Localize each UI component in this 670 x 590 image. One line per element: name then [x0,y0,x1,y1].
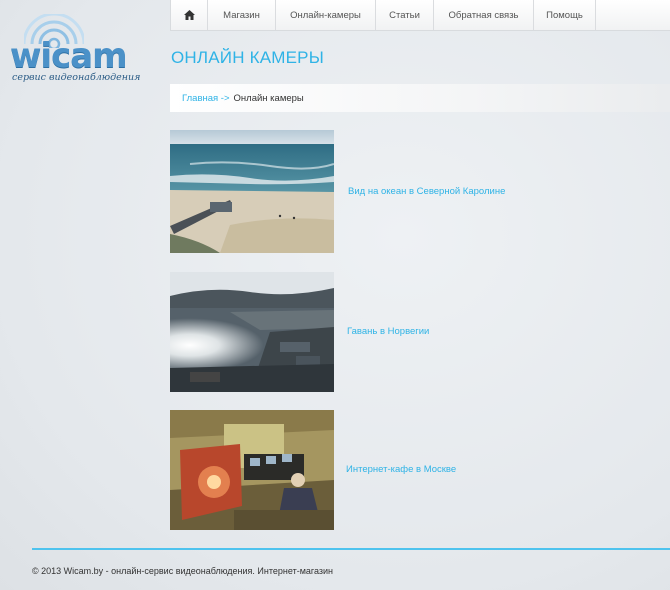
main-nav: Магазин Онлайн-камеры Статьи Обратная св… [170,0,670,31]
logo-tagline: сервис видеонаблюдения [12,72,141,83]
footer-divider [32,548,670,550]
logo-wordmark: wicam [10,36,128,76]
breadcrumb-current: Онлайн камеры [233,92,304,104]
camera-item: Интернет-кафе в Москве [170,410,456,530]
camera-thumbnail-harbor[interactable] [170,272,334,392]
nav-item-help[interactable]: Помощь [534,0,596,30]
camera-link-cafe[interactable]: Интернет-кафе в Москве [346,464,456,475]
footer-copyright: © 2013 Wicam.by - онлайн-сервис видеонаб… [32,566,334,576]
camera-item: Вид на океан в Северной Каролине [170,130,505,253]
camera-thumbnail-cafe[interactable] [170,410,334,530]
nav-item-shop[interactable]: Магазин [208,0,276,30]
camera-link-harbor[interactable]: Гавань в Норвегии [347,326,429,337]
breadcrumb-home-link[interactable]: Главная -> [182,93,230,104]
nav-home[interactable] [171,0,208,30]
home-icon [183,10,195,20]
camera-link-ocean[interactable]: Вид на океан в Северной Каролине [348,186,505,197]
nav-item-feedback[interactable]: Обратная связь [434,0,534,30]
site-logo[interactable]: wicam сервис видеонаблюдения [6,14,140,84]
nav-item-online-cameras[interactable]: Онлайн-камеры [276,0,376,30]
page-title: ОНЛАЙН КАМЕРЫ [171,48,324,67]
nav-item-articles[interactable]: Статьи [376,0,434,30]
camera-thumbnail-ocean[interactable] [170,130,334,253]
breadcrumb: Главная -> Онлайн камеры [170,84,670,112]
camera-item: Гавань в Норвегии [170,272,429,392]
